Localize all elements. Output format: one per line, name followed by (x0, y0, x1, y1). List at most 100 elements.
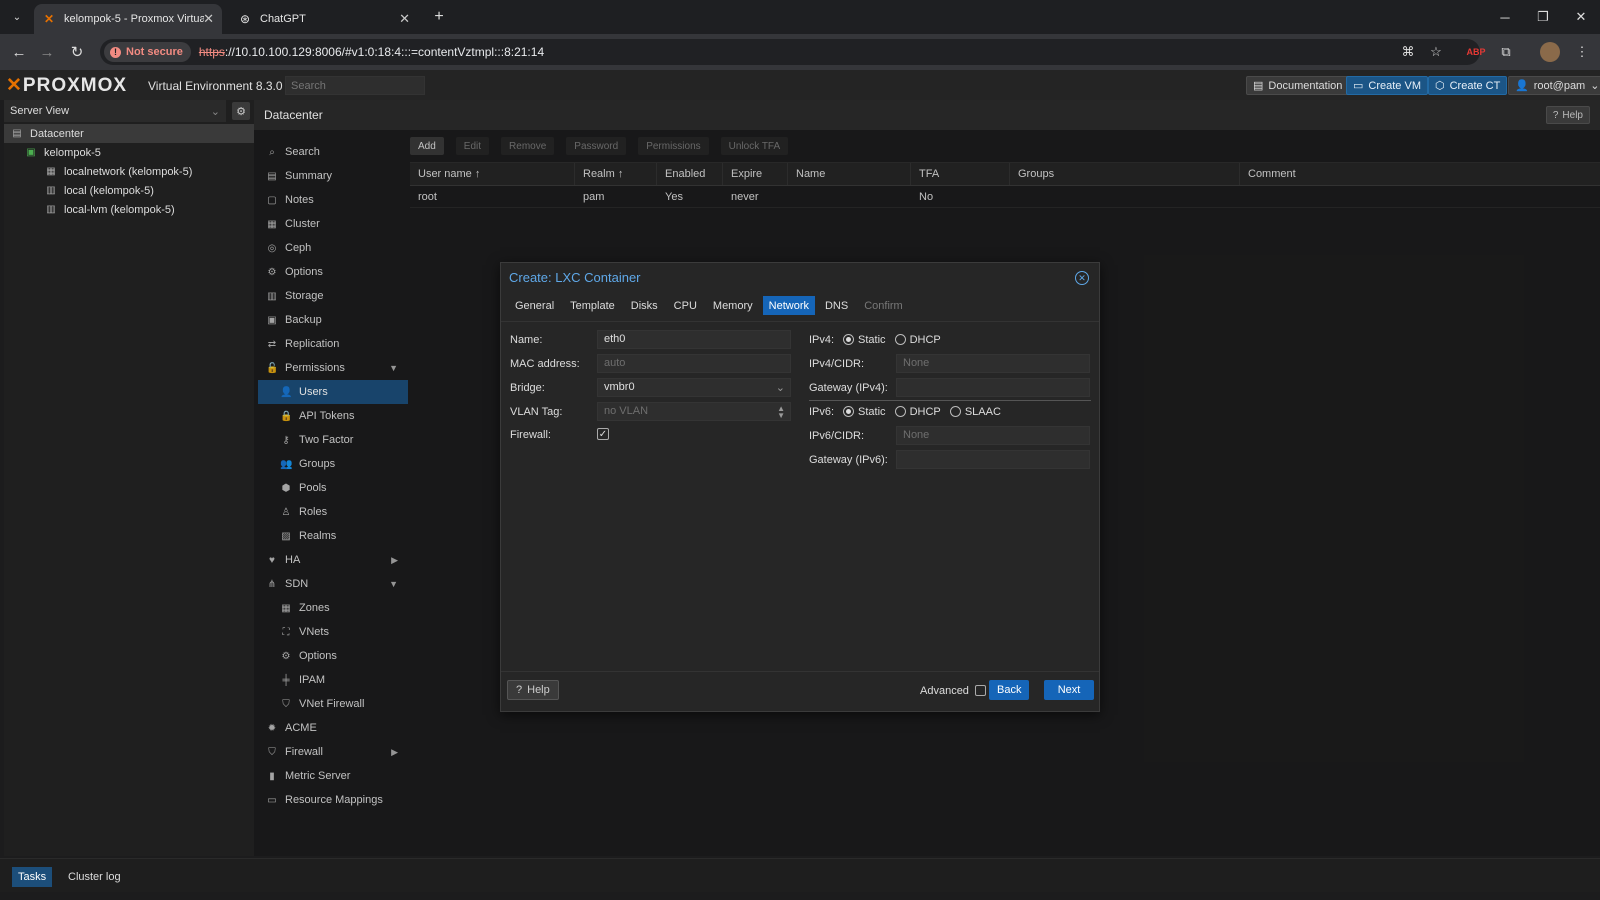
question-icon: ? (516, 684, 523, 696)
vlan-label: VLAN Tag: (510, 406, 563, 418)
content-title-bar: Datacenter ? Help (254, 100, 1600, 130)
tab-dns[interactable]: DNS (819, 296, 854, 315)
tree-node-datacenter[interactable]: ▤ Datacenter (4, 124, 254, 143)
tab-title: ChatGPT (260, 13, 306, 25)
translate-icon[interactable]: ⌘ (1398, 42, 1418, 62)
tree-node-local-lvm[interactable]: ▥ local-lvm (kelompok-5) (4, 200, 254, 219)
tree-node-localnetwork[interactable]: ▦ localnetwork (kelompok-5) (4, 162, 254, 181)
browser-tab-bar: ⌄ ✕ kelompok-5 - Proxmox Virtual E ✕ ⊛ C… (0, 0, 1600, 34)
spinner-icon: ▲ ▼ (777, 404, 785, 420)
browser-tab-chatgpt[interactable]: ⊛ ChatGPT ✕ (230, 4, 418, 34)
security-indicator[interactable]: ! Not secure (104, 42, 191, 62)
tab-memory[interactable]: Memory (707, 296, 759, 315)
tab-disks[interactable]: Disks (625, 296, 664, 315)
close-icon[interactable]: ✕ (1075, 271, 1089, 285)
resource-tree: ▤ Datacenter ▣ kelompok-5 ▦ localnetwork (k… (4, 124, 254, 219)
user-menu-button[interactable]: 👤 root@pam ⌄ (1508, 76, 1600, 95)
ipv6-label: IPv6: (809, 406, 835, 418)
create-lxc-dialog: Create: LXC Container ✕ General Template… (500, 262, 1100, 712)
node-icon: ▣ (26, 147, 36, 158)
firewall-checkbox[interactable]: ✓ (597, 428, 609, 440)
bridge-label: Bridge: (510, 382, 545, 394)
adblock-icon[interactable]: ABP (1466, 42, 1486, 62)
help-button[interactable]: ? Help (1545, 106, 1590, 124)
close-window-button[interactable]: ✕ (1558, 0, 1600, 34)
divider (809, 400, 1091, 401)
reload-icon[interactable]: ↻ (66, 42, 88, 62)
bookmark-star-icon[interactable]: ☆ (1426, 42, 1446, 62)
tab-network[interactable]: Network (762, 296, 815, 315)
ipv6-slaac-radio[interactable]: SLAAC (949, 406, 1001, 418)
tab-tasks[interactable]: Tasks (12, 867, 53, 887)
gear-icon[interactable]: ⚙ (232, 102, 250, 120)
gateway-ipv4-field[interactable] (896, 378, 1090, 397)
proxmox-logo: ✕PROXMOX (6, 75, 128, 96)
ipv4cidr-label: IPv4/CIDR: (809, 358, 865, 370)
view-selector[interactable]: Server View ⌄ (4, 100, 226, 122)
new-tab-button[interactable]: + (424, 0, 454, 34)
extensions-icon[interactable]: ⧉ (1496, 42, 1516, 62)
chatgpt-icon: ⊛ (239, 12, 251, 26)
tree-node-local[interactable]: ▥ local (kelompok-5) (4, 181, 254, 200)
url-bar[interactable]: ! Not secure https://10.10.100.129:8006/… (100, 39, 1480, 65)
documentation-button[interactable]: ▤ Documentation (1246, 76, 1350, 95)
chevron-down-icon: ⌄ (210, 105, 220, 118)
name-label: Name: (510, 334, 543, 346)
dialog-footer: ? Help Advanced Back Next (501, 671, 1099, 711)
ipv6-dhcp-radio[interactable]: DHCP (894, 406, 941, 418)
browser-tab-proxmox[interactable]: ✕ kelompok-5 - Proxmox Virtual E ✕ (34, 4, 222, 34)
create-ct-button[interactable]: ⬡ Create CT (1428, 76, 1508, 95)
create-vm-button[interactable]: ▭ Create VM (1346, 76, 1428, 95)
ipv4-cidr-field[interactable]: None (896, 354, 1090, 373)
ipv6-mode-group: Static DHCP SLAAC (843, 406, 1007, 418)
vlan-tag-spinner[interactable]: no VLAN ▲ ▼ (597, 402, 791, 421)
ipv6-static-radio[interactable]: Static (843, 406, 886, 418)
url-text[interactable]: https://10.10.100.129:8006/#v1:0:18:4:::… (199, 45, 544, 59)
dialog-help-button[interactable]: ? Help (507, 680, 559, 700)
ipv4-static-radio[interactable]: Static (843, 334, 886, 346)
gateway6-label: Gateway (IPv6): (809, 454, 888, 466)
ipv6cidr-label: IPv6/CIDR: (809, 430, 865, 442)
name-field[interactable]: eth0 (597, 330, 791, 349)
tab-general[interactable]: General (509, 296, 560, 315)
profile-avatar[interactable] (1540, 42, 1560, 62)
firewall-label: Firewall: (510, 429, 551, 441)
warning-icon: ! (110, 46, 121, 58)
advanced-checkbox[interactable] (975, 685, 986, 696)
tree-node-kelompok-5[interactable]: ▣ kelompok-5 (4, 143, 254, 162)
mac-label: MAC address: (510, 358, 580, 370)
ipv4-dhcp-radio[interactable]: DHCP (894, 334, 941, 346)
ipv6-cidr-field[interactable]: None (896, 426, 1090, 445)
storage-icon: ▥ (46, 204, 56, 215)
book-icon: ▤ (1253, 80, 1264, 92)
close-tab-icon[interactable]: ✕ (203, 11, 214, 27)
dialog-title: Create: LXC Container (509, 270, 641, 285)
network-icon: ▦ (46, 166, 56, 177)
tab-cpu[interactable]: CPU (668, 296, 703, 315)
next-button[interactable]: Next (1044, 680, 1094, 700)
gateway-ipv6-field[interactable] (896, 450, 1090, 469)
page-title: Datacenter (264, 108, 323, 122)
ipv4-label: IPv4: (809, 334, 835, 346)
log-panel: Tasks Cluster log (0, 858, 1600, 892)
mac-address-field[interactable]: auto (597, 354, 791, 373)
resource-tree-panel: Server View ⌄ ⚙ ▤ Datacenter ▣ kelompok-5 ▦… (4, 100, 254, 856)
back-button[interactable]: Back (989, 680, 1030, 700)
bridge-select[interactable]: vmbr0 ⌄ (597, 378, 791, 397)
browser-menu-icon[interactable]: ⋮ (1572, 42, 1592, 62)
tab-cluster-log[interactable]: Cluster log (62, 867, 127, 887)
tab-title: kelompok-5 - Proxmox Virtual E (64, 13, 204, 25)
user-icon: 👤 (1515, 80, 1529, 92)
proxmox-icon: ✕ (43, 12, 55, 26)
global-search-input[interactable] (285, 76, 425, 95)
tab-confirm[interactable]: Confirm (858, 296, 909, 315)
address-bar-row: ← → ↻ ! Not secure https://10.10.100.129… (0, 34, 1600, 70)
forward-icon[interactable]: → (36, 42, 58, 62)
question-icon: ? (1552, 109, 1559, 121)
back-icon[interactable]: ← (8, 42, 30, 62)
tab-template[interactable]: Template (564, 296, 621, 315)
tab-search-button[interactable]: ⌄ (4, 0, 30, 34)
close-tab-icon[interactable]: ✕ (399, 11, 410, 27)
network-form: Name: eth0 MAC address: auto Bridge: vmb… (501, 321, 1099, 671)
ipv4-mode-group: Static DHCP (843, 334, 947, 346)
